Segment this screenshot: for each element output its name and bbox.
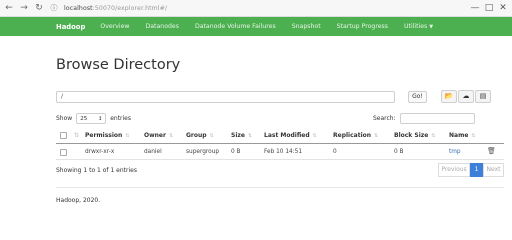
close-icon[interactable]: ✕ [497,2,509,14]
page-size-control: Show 25 ↕ entries [56,113,131,124]
page-size-value: 25 [80,115,88,122]
folder-open-icon: 📂 [444,92,454,100]
cut-paste-button[interactable]: ▤ [475,90,491,103]
header-replication[interactable]: Replication ⇅ [333,132,378,139]
nav-snapshot[interactable]: Snapshot [292,23,321,30]
cell-permission: drwxr-xr-x [85,149,115,155]
chevron-down-icon: ▼ [429,24,434,30]
sort-icon: ⇅ [312,133,317,139]
next-button[interactable]: Next [483,163,504,177]
reload-icon[interactable]: ↻ [33,2,45,14]
header-owner-label: Owner [144,132,166,139]
minimize-icon[interactable]: — [469,2,481,14]
page-size-select[interactable]: 25 ↕ [76,113,107,124]
pagination: Previous 1 Next [438,163,504,177]
cell-group: supergroup [186,149,220,155]
row-checkbox[interactable] [60,149,67,156]
select-all-checkbox[interactable] [60,132,67,139]
nav-startup-progress[interactable]: Startup Progress [337,23,388,30]
header-group-label: Group [186,132,207,139]
header-last-modified-label: Last Modified [264,132,310,139]
go-button[interactable]: Go! [408,91,427,103]
header-group[interactable]: Group ⇅ [186,132,214,139]
brand-logo[interactable]: Hadoop [56,23,85,31]
cell-name-link[interactable]: tmp [449,149,461,155]
search-label: Search: [373,115,396,122]
sort-icon: ⇅ [209,133,214,139]
sort-icon: ⇅ [431,133,436,139]
cell-size: 0 B [231,149,241,155]
trash-icon[interactable]: 🗑 [487,147,496,155]
header-permission[interactable]: Permission ⇅ [85,132,130,139]
top-navbar: Hadoop Overview Datanodes Datanode Volum… [0,17,512,36]
page-1-button[interactable]: 1 [470,163,483,177]
header-size-label: Size [231,132,245,139]
chevron-updown-icon: ↕ [98,115,103,122]
sort-icon: ⇅ [374,133,379,139]
cell-last-modified: Feb 10 14:51 [264,149,303,155]
cell-replication: 0 [333,149,337,155]
info-icon[interactable]: ⓘ [48,2,60,14]
nav-utilities[interactable]: Utilities ▼ [404,23,433,30]
url-field[interactable]: localhost:50070/explorer.html#/ [64,5,167,12]
search-input[interactable] [399,113,475,124]
url-path: :50070/explorer.html#/ [92,4,168,12]
header-owner[interactable]: Owner ⇅ [144,132,173,139]
sort-icon: ⇅ [168,133,174,139]
previous-button[interactable]: Previous [438,163,470,177]
back-icon[interactable]: ← [3,2,15,14]
create-directory-button[interactable]: 📂 [441,90,457,103]
footer-copyright: Hadoop, 2020. [56,197,101,204]
nav-utilities-label: Utilities [403,23,428,30]
nav-datanode-volume-failures[interactable]: Datanode Volume Failures [195,23,276,30]
table-row: drwxr-xr-x daniel supergroup 0 B Feb 10 … [56,144,504,160]
header-replication-label: Replication [333,132,372,139]
clipboard-icon: ▤ [479,92,487,100]
header-block-size[interactable]: Block Size ⇅ [394,132,436,139]
upload-button[interactable]: ☁ [458,90,474,103]
header-name-label: Name [449,132,469,139]
sort-icon: ⇅ [471,133,476,139]
sort-icon: ⇅ [125,133,130,139]
header-size[interactable]: Size ⇅ [231,132,252,139]
entries-label: entries [110,115,132,122]
sort-icon: ⇅ [247,133,253,139]
url-host: localhost [64,4,93,12]
maximize-icon[interactable]: □ [483,2,495,14]
nav-datanodes[interactable]: Datanodes [146,23,179,30]
directory-path-input[interactable]: / [56,91,395,103]
table-info: Showing 1 to 1 of 1 entries [56,167,137,174]
header-permission-label: Permission [85,132,123,139]
header-last-modified[interactable]: Last Modified ⇅ [264,132,317,139]
cloud-upload-icon: ☁ [462,92,470,100]
cell-owner: daniel [144,149,162,155]
cell-block-size: 0 B [394,149,404,155]
browser-address-bar: ← → ↻ ⓘ localhost:50070/explorer.html#/ … [0,0,512,17]
header-block-size-label: Block Size [394,132,429,139]
search-control: Search: [373,113,475,124]
forward-icon[interactable]: → [18,2,30,14]
footer-divider [56,187,504,188]
page-title: Browse Directory [56,57,181,73]
table-header: ⇅ Permission ⇅ Owner ⇅ Group ⇅ Size ⇅ Last M… [56,126,504,144]
header-name[interactable]: Name ⇅ [449,132,476,139]
nav-overview[interactable]: Overview [100,23,129,30]
sort-icon[interactable]: ⇅ [74,132,79,139]
show-label: Show [56,115,73,122]
